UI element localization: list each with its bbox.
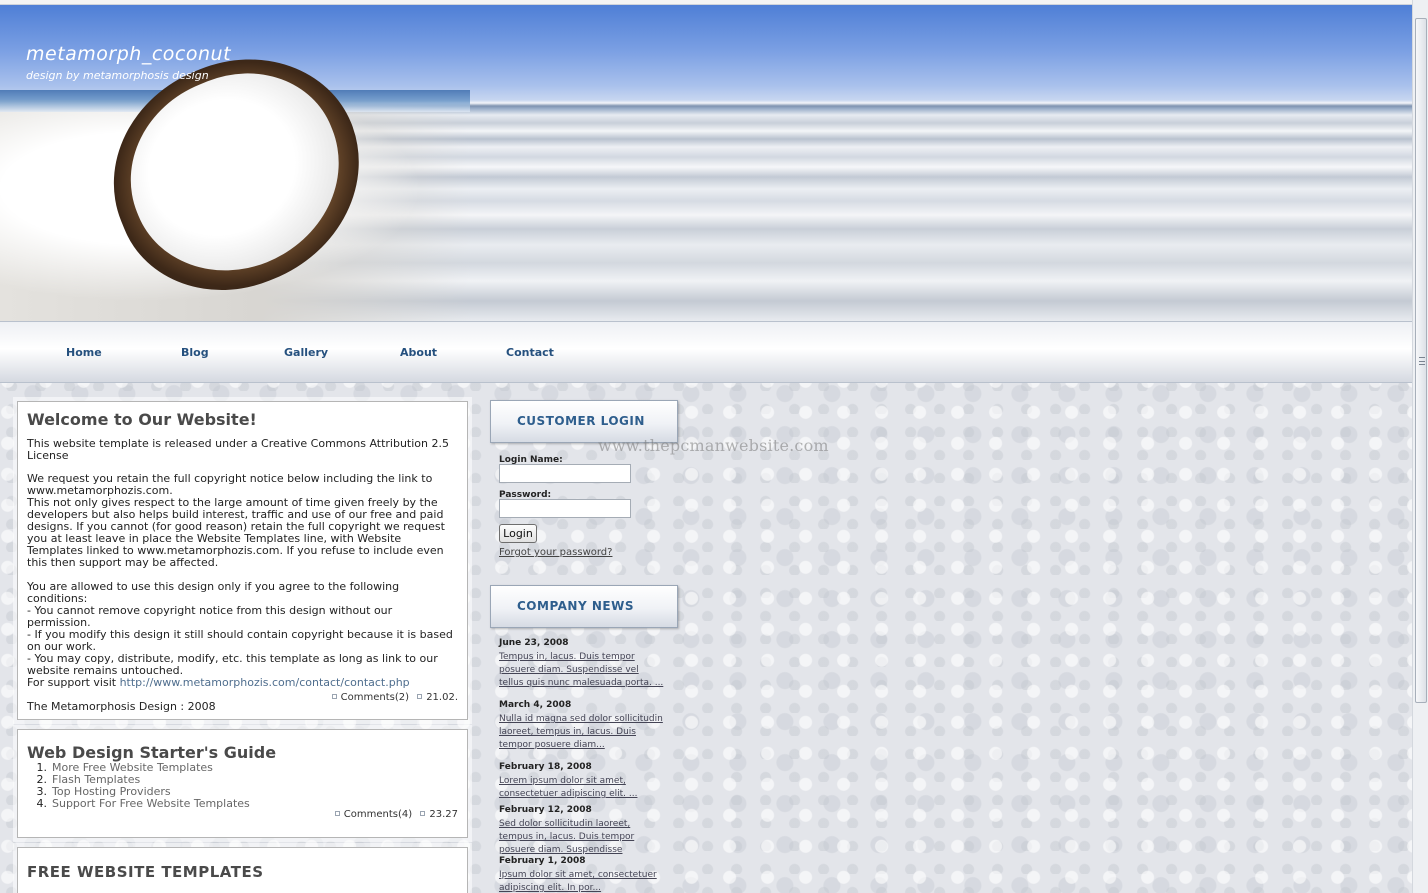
date-bullet-icon xyxy=(417,694,423,699)
grip-icon xyxy=(1419,357,1425,365)
vertical-scrollbar[interactable] xyxy=(1412,0,1428,893)
news-date: February 12, 2008 xyxy=(499,805,592,815)
site-title: metamorph_coconut xyxy=(26,43,232,65)
scrollbar-thumb[interactable] xyxy=(1415,18,1427,703)
guide-title: Web Design Starter's Guide xyxy=(27,743,277,762)
date-bullet-icon xyxy=(420,811,426,816)
news-date: February 1, 2008 xyxy=(499,856,586,866)
site-header: metamorph_coconut design by metamorphosi… xyxy=(0,5,1412,321)
news-link[interactable]: Sed dolor sollicitudin laoreet, tempus i… xyxy=(499,819,634,855)
news-link[interactable]: Tempus in, lacus. Duis tempor posuere di… xyxy=(499,652,663,688)
post-date: 23.27 xyxy=(429,809,458,820)
condition-2: - If you modify this design it still sho… xyxy=(27,628,453,653)
welcome-post: Welcome to Our Website! This website tem… xyxy=(17,401,468,720)
news-item: February 12, 2008 Sed dolor sollicitudin… xyxy=(499,805,664,855)
starter-guide-post: Web Design Starter's Guide 1. More Free W… xyxy=(17,729,468,838)
condition-1: - You cannot remove copyright notice fro… xyxy=(27,604,393,629)
news-link[interactable]: Lorem ipsum dolor sit amet, consectetuer… xyxy=(499,776,637,799)
nav-home[interactable]: Home xyxy=(66,346,102,359)
news-item: March 4, 2008 Nulla id magna sed dolor s… xyxy=(499,700,664,750)
support-link[interactable]: http://www.metamorphozis.com/contact/con… xyxy=(120,676,410,689)
conditions-intro: You are allowed to use this design only … xyxy=(27,580,400,605)
welcome-title: Welcome to Our Website! xyxy=(27,410,257,429)
comments-link[interactable]: Comments(2) xyxy=(341,692,409,703)
news-link[interactable]: Ipsum dolor sit amet, consectetuer adipi… xyxy=(499,870,657,893)
free-templates-post: FREE WEBSITE TEMPLATES xyxy=(17,847,468,893)
support-line: For support visit http://www.metamorphoz… xyxy=(27,677,458,689)
post-meta: Comments(4) 23.27 xyxy=(334,809,458,820)
site-subtitle: design by metamorphosis design xyxy=(26,69,209,82)
news-date: February 18, 2008 xyxy=(499,762,592,772)
main-nav: Home Blog Gallery About Contact xyxy=(0,321,1412,383)
respect-text: This not only gives respect to the large… xyxy=(27,496,445,569)
forgot-password-link[interactable]: Forgot your password? xyxy=(499,547,612,558)
company-news-title: COMPANY NEWS xyxy=(517,599,634,613)
password-field[interactable] xyxy=(499,499,631,518)
news-date: June 23, 2008 xyxy=(499,638,569,648)
condition-3: - You may copy, distribute, modify, etc.… xyxy=(27,652,438,677)
nav-contact[interactable]: Contact xyxy=(506,346,554,359)
guide-link-support[interactable]: Support For Free Website Templates xyxy=(52,797,250,810)
comment-bullet-icon xyxy=(334,811,340,816)
news-item: February 18, 2008 Lorem ipsum dolor sit … xyxy=(499,762,664,799)
support-prefix: For support visit xyxy=(27,676,120,689)
post-meta: Comments(2) 21.02. xyxy=(331,692,458,703)
news-item: June 23, 2008 Tempus in, lacus. Duis tem… xyxy=(499,638,664,688)
copyright-request-text: We request you retain the full copyright… xyxy=(27,472,433,497)
news-item: February 1, 2008 Ipsum dolor sit amet, c… xyxy=(499,856,664,893)
watermark-text: www.thepcmanwebsite.com xyxy=(598,436,829,455)
comment-bullet-icon xyxy=(331,694,337,699)
comments-link[interactable]: Comments(4) xyxy=(344,809,412,820)
free-templates-title: FREE WEBSITE TEMPLATES xyxy=(27,863,264,881)
nav-about[interactable]: About xyxy=(400,346,437,359)
company-news-header: COMPANY NEWS xyxy=(490,585,678,628)
nav-blog[interactable]: Blog xyxy=(181,346,209,359)
post-date: 21.02. xyxy=(426,692,458,703)
guide-list: 1. More Free Website Templates 2. Flash Te… xyxy=(27,762,458,810)
login-button[interactable]: Login xyxy=(499,524,537,543)
login-name-field[interactable] xyxy=(499,464,631,483)
news-date: March 4, 2008 xyxy=(499,700,572,710)
news-link[interactable]: Nulla id magna sed dolor sollicitudin la… xyxy=(499,714,663,750)
license-text: This website template is released under … xyxy=(27,437,449,462)
nav-gallery[interactable]: Gallery xyxy=(284,346,328,359)
customer-login-title: CUSTOMER LOGIN xyxy=(517,414,645,428)
